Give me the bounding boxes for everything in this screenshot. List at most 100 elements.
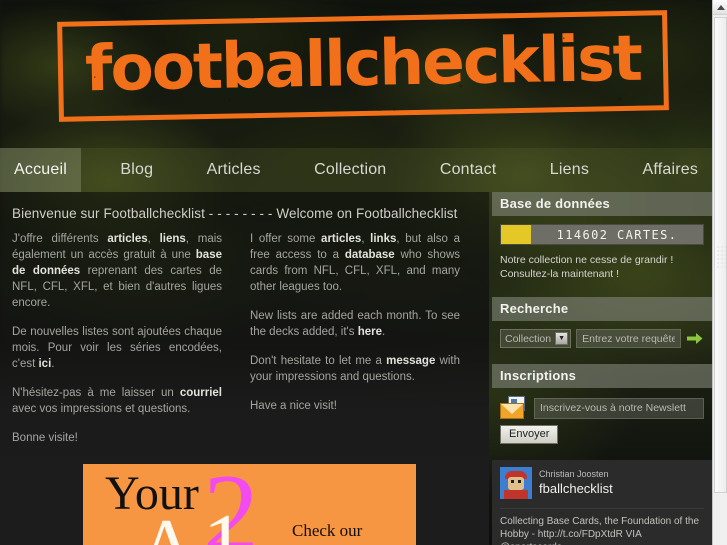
search-input[interactable] xyxy=(576,329,681,348)
text: I offer some xyxy=(250,233,322,245)
text: Don't hesitate to let me a xyxy=(250,355,387,367)
link-ici-fr[interactable]: ici xyxy=(38,358,51,370)
twitter-widget: Christian Joosten fballchecklist Collect… xyxy=(492,460,712,545)
nav-item-articles[interactable]: Articles xyxy=(193,148,275,192)
link-database-en[interactable]: database xyxy=(345,249,395,261)
sidebar: Base de données 114602 CARTES. Notre col… xyxy=(492,192,712,545)
fr-paragraph-3: N'hésitez-pas à me laisser un courriel a… xyxy=(12,385,222,417)
chevron-down-icon: ▼ xyxy=(555,332,569,345)
newsletter-row xyxy=(500,396,704,420)
nav-label: Articles xyxy=(206,161,261,178)
text: J'offre différents xyxy=(12,233,108,245)
arrow-right-icon xyxy=(687,333,703,344)
site-logo-text: footballchecklist xyxy=(84,21,642,105)
tweet-link[interactable]: http://t.co/FDpXtdR xyxy=(538,529,623,540)
twitter-names: Christian Joosten fballchecklist xyxy=(539,469,613,497)
envelope-body xyxy=(500,403,524,419)
link-links-en[interactable]: links xyxy=(370,233,396,245)
twitter-handle[interactable]: fballchecklist xyxy=(539,481,613,497)
text: , xyxy=(361,233,371,245)
text: New lists are added each month. To see t… xyxy=(250,310,460,338)
database-note-line1: Notre collection ne cesse de grandir ! xyxy=(500,254,674,266)
caret-up-icon xyxy=(716,4,725,10)
panel-database-title: Base de données xyxy=(492,192,712,216)
panel-newsletter-body: Envoyer xyxy=(492,388,712,452)
ad-word-your: Your xyxy=(105,467,199,520)
fr-paragraph-1: J'offre différents articles, liens, mais… xyxy=(12,231,222,311)
text: N'hésitez-pas à me laisser un xyxy=(12,387,180,399)
counter-value: 114602 CARTES. xyxy=(556,227,678,242)
avatar-body xyxy=(504,490,528,499)
envelope-icon xyxy=(500,396,528,420)
nav-label: Affaires xyxy=(642,161,699,178)
nav-item-blog[interactable]: Blog xyxy=(106,148,167,192)
site-logo[interactable]: footballchecklist xyxy=(57,10,669,122)
text: avec vos impressions et questions. xyxy=(12,403,191,415)
avatar-face xyxy=(508,477,524,490)
nav-label: Blog xyxy=(120,161,154,178)
nav-label: Contact xyxy=(439,161,497,178)
panel-newsletter: Inscriptions Envoyer xyxy=(492,364,712,452)
page-root: footballchecklist Accueil Blog Articles … xyxy=(0,0,727,545)
search-submit-button[interactable] xyxy=(686,329,704,348)
scrollbar-grip xyxy=(717,246,726,268)
ad-digit-one: 1 xyxy=(203,497,245,545)
text: , xyxy=(147,233,160,245)
twitter-real-name: Christian Joosten xyxy=(539,469,609,480)
search-row: Collection ▼ xyxy=(500,329,704,348)
panel-database-body: 114602 CARTES. Notre collection ne cesse… xyxy=(492,216,712,289)
en-paragraph-1: I offer some articles, links, but also a… xyxy=(250,231,460,295)
panel-search-title: Recherche xyxy=(492,297,712,321)
nav-item-liens[interactable]: Liens xyxy=(536,148,603,192)
ad-check-text: Check our xyxy=(292,521,363,540)
scrollbar-thumb[interactable] xyxy=(714,17,727,493)
fr-paragraph-2: De nouvelles listes sont ajoutées chaque… xyxy=(12,324,222,372)
nav-item-accueil[interactable]: Accueil xyxy=(0,148,81,192)
avatar-eye-right xyxy=(518,480,521,483)
newsletter-email-input[interactable] xyxy=(534,397,704,419)
link-articles-fr[interactable]: articles xyxy=(107,233,147,245)
database-note: Notre collection ne cesse de grandir ! C… xyxy=(500,253,704,281)
search-scope-value: Collection xyxy=(505,332,552,345)
advertisement-banner[interactable]: 2 A 1 Your Check our xyxy=(83,464,416,545)
link-message-en[interactable]: message xyxy=(386,355,435,367)
nav-item-contact[interactable]: Contact xyxy=(426,148,511,192)
en-paragraph-3: Don't hesitate to let me a message with … xyxy=(250,353,460,385)
en-paragraph-2: New lists are added each month. To see t… xyxy=(250,308,460,340)
database-note-line2: Consultez-la maintenant ! xyxy=(500,268,620,280)
panel-newsletter-title: Inscriptions xyxy=(492,364,712,388)
nav-label: Collection xyxy=(314,161,387,178)
panel-search: Recherche Collection ▼ xyxy=(492,297,712,356)
text: . xyxy=(381,326,386,338)
content-column-english: I offer some articles, links, but also a… xyxy=(250,231,460,459)
twitter-tweet: Collecting Base Cards, the Foundation of… xyxy=(500,508,704,545)
avatar-eye-left xyxy=(511,480,514,483)
text: . xyxy=(51,358,55,370)
twitter-header: Christian Joosten fballchecklist xyxy=(500,467,704,499)
content-columns: J'offre différents articles, liens, mais… xyxy=(0,231,489,459)
nav-item-collection[interactable]: Collection xyxy=(300,148,400,192)
content-column-french: J'offre différents articles, liens, mais… xyxy=(12,231,222,459)
scrollbar-up-button[interactable] xyxy=(713,0,727,15)
nav-label: Accueil xyxy=(14,161,67,178)
site-header: footballchecklist xyxy=(0,0,712,148)
link-articles-en[interactable]: articles xyxy=(321,233,361,245)
link-here-en[interactable]: here xyxy=(358,326,382,338)
fr-paragraph-4: Bonne visite! xyxy=(12,432,78,444)
panel-search-body: Collection ▼ xyxy=(492,321,712,356)
search-scope-select[interactable]: Collection ▼ xyxy=(500,329,572,348)
nav-item-affaires[interactable]: Affaires xyxy=(628,148,712,192)
newsletter-send-button[interactable]: Envoyer xyxy=(500,425,559,444)
link-courriel-fr[interactable]: courriel xyxy=(180,387,222,399)
browser-scrollbar[interactable] xyxy=(712,0,727,545)
link-liens-fr[interactable]: liens xyxy=(160,233,186,245)
card-counter: 114602 CARTES. xyxy=(500,224,704,245)
main-navigation: Accueil Blog Articles Collection Contact… xyxy=(0,148,712,192)
counter-chip xyxy=(501,225,531,244)
